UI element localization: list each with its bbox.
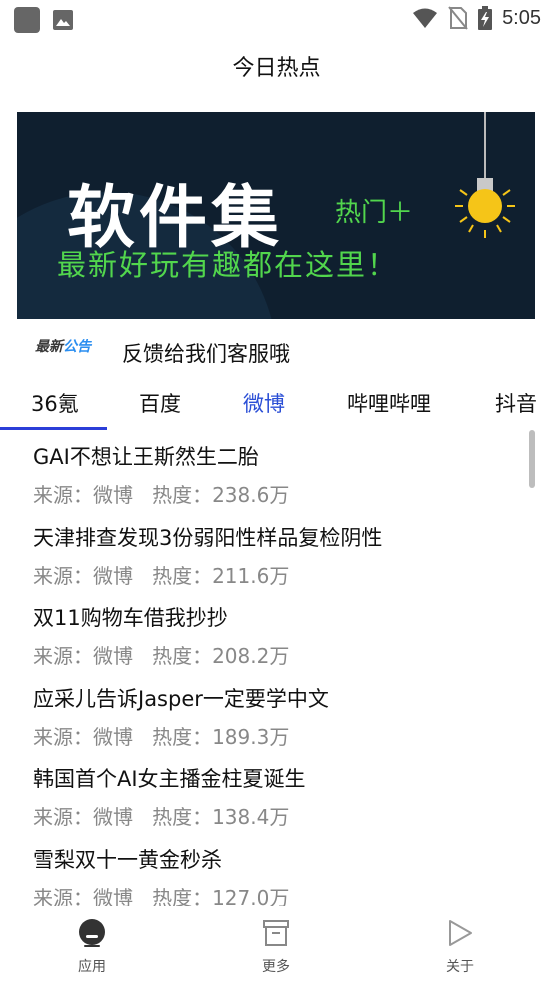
nav-about[interactable]: 关于 <box>415 918 505 976</box>
page-title: 今日热点 <box>232 56 321 81</box>
list-item[interactable]: 雪梨双十一黄金秒杀 来源：微博 热度：127.0万 <box>33 844 513 906</box>
nav-more-label: 更多 <box>262 959 290 975</box>
item-title: 应采儿告诉Jasper一定要学中文 <box>33 687 329 711</box>
clock: 5:05 <box>502 6 541 29</box>
tab-bilibili[interactable]: 哔哩哔哩 <box>347 388 431 418</box>
list-item[interactable]: 双11购物车借我抄抄 来源：微博 热度：208.2万 <box>33 602 513 669</box>
nav-apps[interactable]: 应用 <box>47 918 137 976</box>
item-meta: 来源：微博 热度：238.6万 <box>33 483 290 507</box>
banner[interactable]: 软件集 热门＋ 最新好玩有趣都在这里！ <box>17 112 535 319</box>
nav-more[interactable]: 更多 <box>231 918 321 976</box>
hot-list[interactable]: GAI不想让王斯然生二胎 来源：微博 热度：238.6万 天津排查发现3份弱阳性… <box>0 436 553 906</box>
apps-icon <box>79 919 105 947</box>
nav-about-label: 关于 <box>446 959 474 975</box>
item-meta: 来源：微博 热度：208.2万 <box>33 644 290 668</box>
notice-text: 反馈给我们客服哦 <box>122 342 290 366</box>
banner-subtitle: 最新好玩有趣都在这里！ <box>57 248 399 282</box>
banner-hot-label: 热门＋ <box>335 198 414 228</box>
box-icon <box>263 920 289 946</box>
tab-baidu[interactable]: 百度 <box>139 388 181 418</box>
image-icon <box>53 10 73 30</box>
tab-indicator <box>0 427 107 430</box>
scrollbar[interactable] <box>529 430 535 488</box>
tab-36kr[interactable]: 36氪 <box>31 388 79 418</box>
wifi-icon <box>413 8 438 28</box>
list-item[interactable]: 应采儿告诉Jasper一定要学中文 来源：微博 热度：189.3万 <box>33 683 513 750</box>
battery-charging-icon <box>478 6 493 30</box>
item-title: 韩国首个AI女主播金柱夏诞生 <box>33 767 306 791</box>
tab-weibo[interactable]: 微博 <box>243 388 285 418</box>
list-item[interactable]: 天津排查发现3份弱阳性样品复检阴性 来源：微博 热度：211.6万 <box>33 522 513 589</box>
item-title: 双11购物车借我抄抄 <box>33 606 228 630</box>
play-icon <box>449 920 472 946</box>
status-bar: 5:05 <box>0 0 553 38</box>
item-meta: 来源：微博 热度：127.0万 <box>33 886 290 906</box>
item-title: GAI不想让王斯然生二胎 <box>33 445 259 469</box>
nav-apps-label: 应用 <box>78 959 106 975</box>
list-item[interactable]: 韩国首个AI女主播金柱夏诞生 来源：微博 热度：138.4万 <box>33 763 513 830</box>
bottom-nav: 应用 更多 关于 <box>0 910 553 983</box>
item-title: 雪梨双十一黄金秒杀 <box>33 848 222 872</box>
item-title: 天津排查发现3份弱阳性样品复检阴性 <box>33 526 383 550</box>
item-meta: 来源：微博 热度：211.6万 <box>33 564 290 588</box>
tab-bar: 36氪 百度 微博 哔哩哔哩 抖音 <box>0 378 553 430</box>
item-meta: 来源：微博 热度：189.3万 <box>33 725 290 749</box>
list-item[interactable]: GAI不想让王斯然生二胎 来源：微博 热度：238.6万 <box>33 441 513 508</box>
tab-douyin[interactable]: 抖音 <box>495 388 537 418</box>
item-meta: 来源：微博 热度：138.4万 <box>33 805 290 829</box>
lightbulb-icon <box>468 189 502 223</box>
notice-bar[interactable]: 最新公告 反馈给我们客服哦 <box>0 330 553 370</box>
no-sim-icon <box>448 6 468 30</box>
notice-badge: 最新公告 <box>35 339 91 355</box>
app-icon <box>14 7 40 33</box>
